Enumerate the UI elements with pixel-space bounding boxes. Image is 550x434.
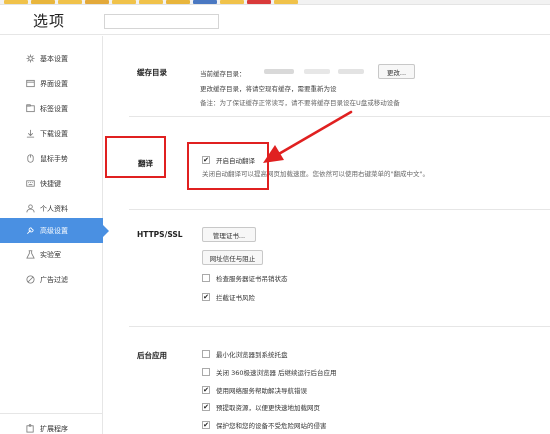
navigation-error-help-checkbox[interactable]: ✔ 使用网络服务帮助解决导航错误 bbox=[202, 385, 307, 395]
checkbox-checked[interactable]: ✔ bbox=[202, 403, 210, 411]
puzzle-icon bbox=[26, 424, 34, 433]
bookmark-item[interactable] bbox=[85, 0, 109, 4]
sidebar-divider bbox=[0, 413, 103, 414]
section-divider bbox=[129, 326, 550, 327]
window-icon bbox=[26, 79, 35, 88]
checkbox-checked[interactable]: ✔ bbox=[202, 293, 210, 301]
options-header: 选项 bbox=[0, 5, 550, 35]
cache-change-warning: 更改缓存目录，将请空现有缓存，需要重新为设 bbox=[200, 85, 337, 93]
sidebar-item-label: 个人资料 bbox=[40, 204, 68, 213]
page-title: 选项 bbox=[33, 12, 66, 30]
sidebar-item-label: 实验室 bbox=[40, 250, 61, 259]
check-revocation-checkbox[interactable]: 检查服务器证书吊销状态 bbox=[202, 273, 288, 283]
bookmark-item[interactable] bbox=[4, 0, 28, 4]
options-window: 选项 基本设置 界面设置 标签设置 下载设置 鼠标手势 快捷键 个人资料 高级设… bbox=[0, 0, 550, 434]
sidebar-item-label: 标签设置 bbox=[40, 104, 68, 113]
bookmark-item[interactable] bbox=[247, 0, 271, 4]
mouse-icon bbox=[27, 154, 34, 163]
bookmark-item[interactable] bbox=[274, 0, 298, 4]
bookmark-item[interactable] bbox=[58, 0, 82, 4]
checkbox-label: 预提取资源，以便更快速地加载网页 bbox=[216, 404, 320, 412]
change-cache-button[interactable]: 更改... bbox=[378, 64, 415, 79]
site-trust-block-button[interactable]: 网址信任与阻止 bbox=[202, 250, 263, 265]
cache-current-label: 当前缓存目录： bbox=[200, 70, 246, 78]
gear-icon bbox=[26, 54, 35, 63]
bookmark-item[interactable] bbox=[31, 0, 55, 4]
section-divider bbox=[129, 209, 550, 210]
checkbox-label: 拦截证书风险 bbox=[216, 294, 255, 302]
tab-icon bbox=[26, 104, 35, 113]
intercept-risk-checkbox[interactable]: ✔ 拦截证书风险 bbox=[202, 292, 255, 302]
cache-path-value bbox=[264, 65, 370, 77]
user-icon bbox=[26, 204, 35, 213]
safe-browsing-checkbox[interactable]: ✔ 保护您和您的设备不受危险网站的侵害 bbox=[202, 420, 327, 430]
sidebar: 基本设置 界面设置 标签设置 下载设置 鼠标手势 快捷键 个人资料 高级设置 实… bbox=[0, 36, 109, 434]
sidebar-item-advanced[interactable]: 高级设置 bbox=[0, 218, 109, 243]
background-section-title: 后台应用 bbox=[137, 351, 167, 360]
checkbox-checked[interactable]: ✔ bbox=[202, 421, 210, 429]
manage-certificates-button[interactable]: 管理证书... bbox=[202, 227, 256, 242]
sidebar-item-interface[interactable]: 界面设置 bbox=[0, 71, 103, 96]
checkbox-unchecked[interactable] bbox=[202, 274, 210, 282]
checkbox-unchecked[interactable] bbox=[202, 350, 210, 358]
sidebar-item-label: 下载设置 bbox=[40, 129, 68, 138]
bookmark-item[interactable] bbox=[220, 0, 244, 4]
https-section-title: HTTPS/SSL bbox=[137, 230, 183, 239]
cache-note: 备注：为了保证缓存正常读写，请不要将缓存目录设在U盘或移动设备 bbox=[200, 99, 400, 107]
sidebar-item-basic[interactable]: 基本设置 bbox=[0, 46, 103, 71]
bookmark-item[interactable] bbox=[112, 0, 136, 4]
sidebar-item-label: 扩展程序 bbox=[40, 424, 68, 433]
sidebar-item-extensions[interactable]: 扩展程序 bbox=[0, 416, 103, 434]
block-icon bbox=[26, 275, 35, 284]
sidebar-item-shortcuts[interactable]: 快捷键 bbox=[0, 171, 103, 196]
sidebar-item-lab[interactable]: 实验室 bbox=[0, 242, 103, 267]
annotation-box-translate-title bbox=[105, 136, 166, 178]
sidebar-item-label: 广告过滤 bbox=[40, 275, 68, 284]
checkbox-label: 最小化浏览器到系统托盘 bbox=[216, 351, 288, 359]
sidebar-item-label: 界面设置 bbox=[40, 79, 68, 88]
sidebar-item-label: 鼠标手势 bbox=[40, 154, 68, 163]
cache-section-title: 缓存目录 bbox=[137, 68, 167, 77]
sidebar-item-label: 高级设置 bbox=[40, 226, 68, 235]
checkbox-checked[interactable]: ✔ bbox=[202, 386, 210, 394]
sidebar-item-mouse-gesture[interactable]: 鼠标手势 bbox=[0, 146, 103, 171]
search-input[interactable] bbox=[104, 14, 219, 29]
download-icon bbox=[26, 129, 35, 138]
annotation-arrow-icon bbox=[263, 110, 353, 163]
sidebar-item-label: 基本设置 bbox=[40, 54, 68, 63]
bookmark-item[interactable] bbox=[139, 0, 163, 4]
bookmark-item[interactable] bbox=[193, 0, 217, 4]
run-background-apps-checkbox[interactable]: 关闭 360极速浏览器 后继续运行后台应用 bbox=[202, 367, 337, 377]
checkbox-label: 使用网络服务帮助解决导航错误 bbox=[216, 387, 307, 395]
prefetch-resources-checkbox[interactable]: ✔ 预提取资源，以便更快速地加载网页 bbox=[202, 402, 320, 412]
sidebar-item-adblock[interactable]: 广告过滤 bbox=[0, 267, 103, 292]
settings-panel: 缓存目录 当前缓存目录： 更改... 更改缓存目录，将请空现有缓存，需要重新为设… bbox=[104, 36, 550, 434]
wrench-icon bbox=[27, 227, 34, 234]
keyboard-icon bbox=[26, 180, 35, 187]
checkbox-label: 检查服务器证书吊销状态 bbox=[216, 275, 288, 283]
sidebar-item-tabs[interactable]: 标签设置 bbox=[0, 96, 103, 121]
checkbox-label: 关闭 360极速浏览器 后继续运行后台应用 bbox=[216, 369, 337, 377]
flask-icon bbox=[26, 250, 35, 259]
checkbox-label: 保护您和您的设备不受危险网站的侵害 bbox=[216, 422, 327, 430]
sidebar-item-label: 快捷键 bbox=[40, 179, 61, 188]
sidebar-item-download[interactable]: 下载设置 bbox=[0, 121, 103, 146]
checkbox-unchecked[interactable] bbox=[202, 368, 210, 376]
bookmark-item[interactable] bbox=[166, 0, 190, 4]
minimize-to-tray-checkbox[interactable]: 最小化浏览器到系统托盘 bbox=[202, 349, 288, 359]
